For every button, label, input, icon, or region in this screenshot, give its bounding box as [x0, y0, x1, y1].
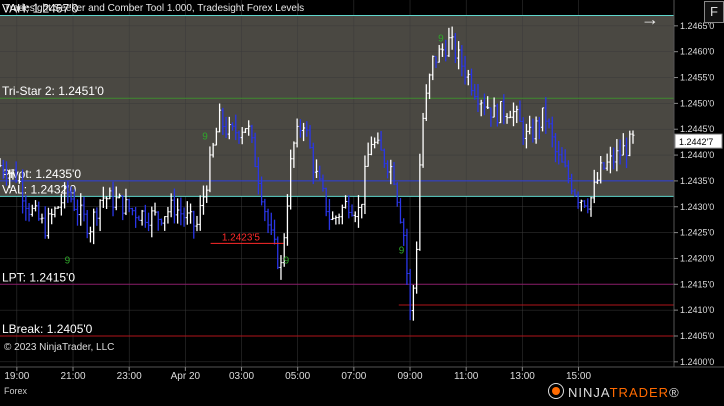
time-tick-label: 07:00	[341, 371, 366, 382]
instrument-label: Forex	[4, 386, 28, 396]
scroll-right-arrow-icon[interactable]: →	[641, 10, 663, 28]
price-tick-label: 1.2460'0	[680, 47, 714, 57]
signal-count: 9	[202, 132, 208, 143]
logo-text-main: NINJA	[568, 385, 610, 400]
time-tick-label: 21:00	[61, 371, 86, 382]
ninjatrader-logo: NINJATRADER®	[548, 383, 680, 400]
time-tick-label: 05:00	[285, 371, 310, 382]
logo-registered: ®	[669, 385, 680, 400]
signal-count: 9	[284, 256, 290, 267]
price-marker-label: 1.2423'5	[222, 232, 260, 243]
level-label: Tri-Star 2: 1.2451'0	[2, 84, 104, 98]
signal-count: 9	[399, 245, 405, 256]
level-label: LBreak: 1.2405'0	[2, 322, 93, 336]
value-area-band	[0, 15, 674, 197]
panel-toggle-button[interactable]: F	[704, 1, 724, 23]
value-area-fill	[0, 15, 674, 197]
level-label: Pivot: 1.2435'0	[2, 167, 81, 181]
time-tick-label: Apr 20	[171, 371, 201, 382]
time-tick-label: 11:00	[454, 371, 479, 382]
price-chart[interactable]: VAH: 1.2467'0Tri-Star 2: 1.2451'0Pivot: …	[0, 0, 724, 401]
price-tick-label: 1.2455'0	[680, 73, 714, 83]
copyright-notice: © 2023 NinjaTrader, LLC	[4, 342, 115, 353]
time-tick-label: 13:00	[510, 371, 535, 382]
level-label: LPT: 1.2415'0	[2, 270, 75, 284]
logo-mark-icon	[548, 383, 564, 399]
time-tick-label: 09:00	[398, 371, 423, 382]
level-label: VAL: 1.2432'0	[2, 182, 76, 196]
chart-panel[interactable]: VAH: 1.2467'0 Tri-Star 2: 1.2451'0 Pivot: …	[0, 0, 724, 401]
price-tick-label: 1.2445'0	[680, 124, 714, 134]
price-tick-label: 1.2410'0	[680, 305, 714, 315]
price-tick-label: 1.2420'0	[680, 253, 714, 263]
current-price-text: 1.2442'7	[679, 137, 713, 147]
price-tick-label: 1.2440'0	[680, 150, 714, 160]
time-tick-label: 03:00	[229, 371, 254, 382]
time-tick-label: 23:00	[117, 371, 142, 382]
price-tick-label: 1.2425'0	[680, 228, 714, 238]
price-tick-label: 1.2405'0	[680, 331, 714, 341]
price-tick-label: 1.2415'0	[680, 279, 714, 289]
time-tick-label: 19:00	[4, 371, 29, 382]
signal-count: 9	[65, 256, 71, 267]
current-price-label: 1.2442'7	[674, 133, 723, 149]
price-axis[interactable]: 1.2465'01.2460'01.2455'01.2450'01.2445'0…	[674, 21, 714, 367]
time-tick-label: 15:00	[566, 371, 591, 382]
time-axis[interactable]: 19:00 21:00 23:00 Apr 20 03:00 05:00 07:00 09:0…	[4, 367, 591, 382]
price-tick-label: 1.2400'0	[680, 357, 714, 367]
price-tick-label: 1.2430'0	[680, 202, 714, 212]
price-tick-label: 1.2450'0	[680, 98, 714, 108]
logo-text-accent: TRADER	[609, 385, 670, 400]
price-tick-label: 1.2435'0	[680, 176, 714, 186]
signal-count: 9	[438, 33, 444, 44]
indicator-title: Tradesight Seeker and Comber Tool 1.000,…	[4, 3, 305, 14]
